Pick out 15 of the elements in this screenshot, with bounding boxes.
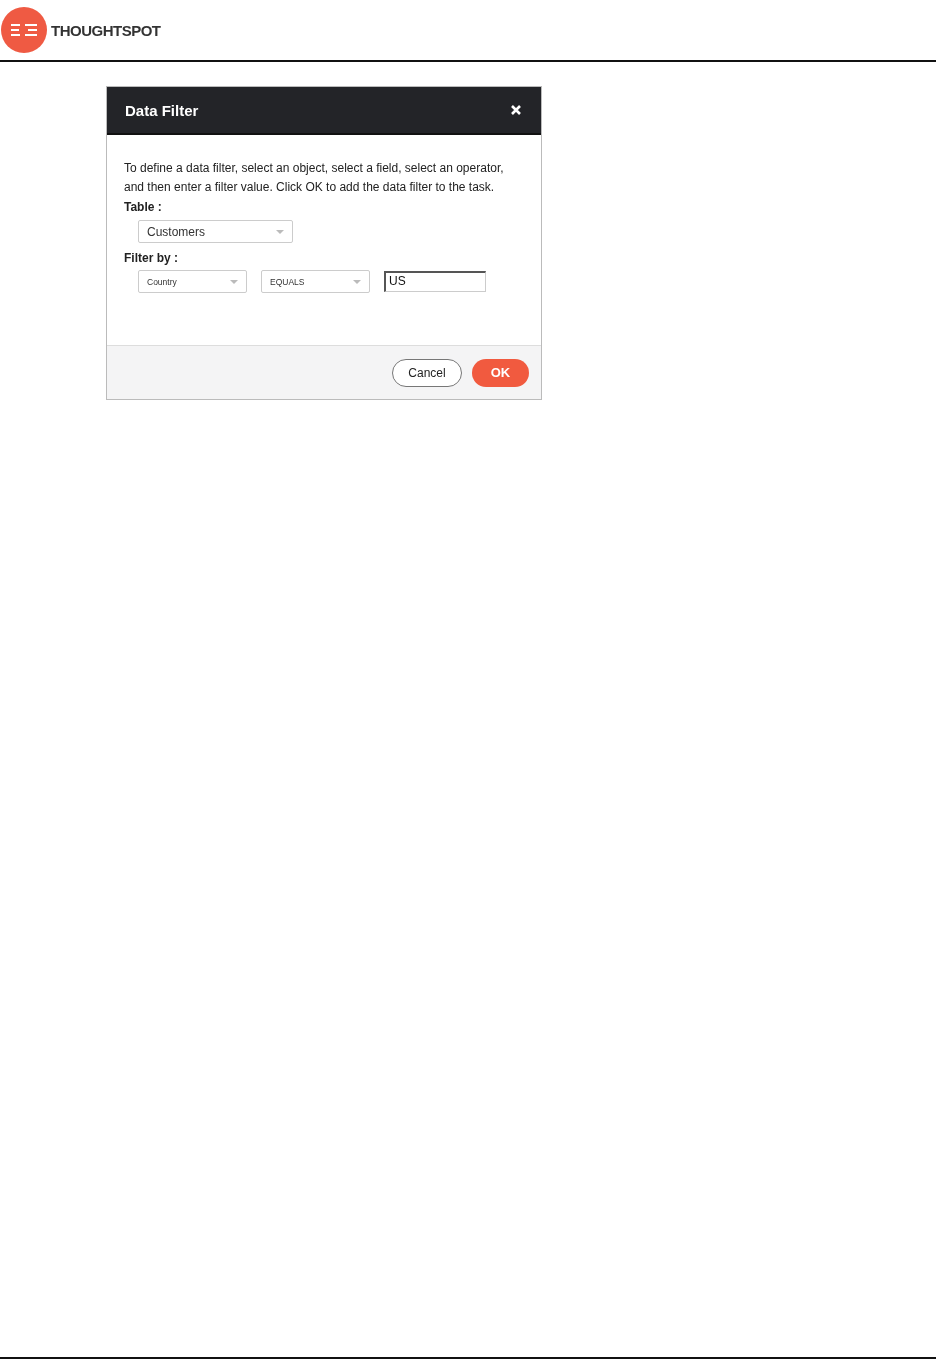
- dialog-title: Data Filter: [125, 101, 199, 119]
- caret-icon: [353, 279, 361, 284]
- caret-icon: [276, 229, 284, 234]
- table-dropdown[interactable]: Customers: [138, 220, 293, 243]
- close-icon[interactable]: [511, 105, 521, 115]
- cancel-button[interactable]: Cancel: [392, 358, 462, 387]
- brand-name: THOUGHTSPOT: [51, 21, 161, 39]
- filter-value-field[interactable]: US: [384, 271, 486, 292]
- filter-by-label: Filter by :: [124, 251, 179, 265]
- field-dropdown[interactable]: Country: [138, 270, 247, 293]
- operator-dropdown[interactable]: EQUALS: [261, 270, 370, 293]
- instructions-text: To define a data filter, select an object, select a field, select an operator, and then enter a filter value. Click OK to add the data filter to the task.: [124, 160, 505, 196]
- caret-icon: [230, 279, 238, 284]
- logo-icon: [1, 7, 47, 53]
- table-label: Table :: [124, 200, 163, 214]
